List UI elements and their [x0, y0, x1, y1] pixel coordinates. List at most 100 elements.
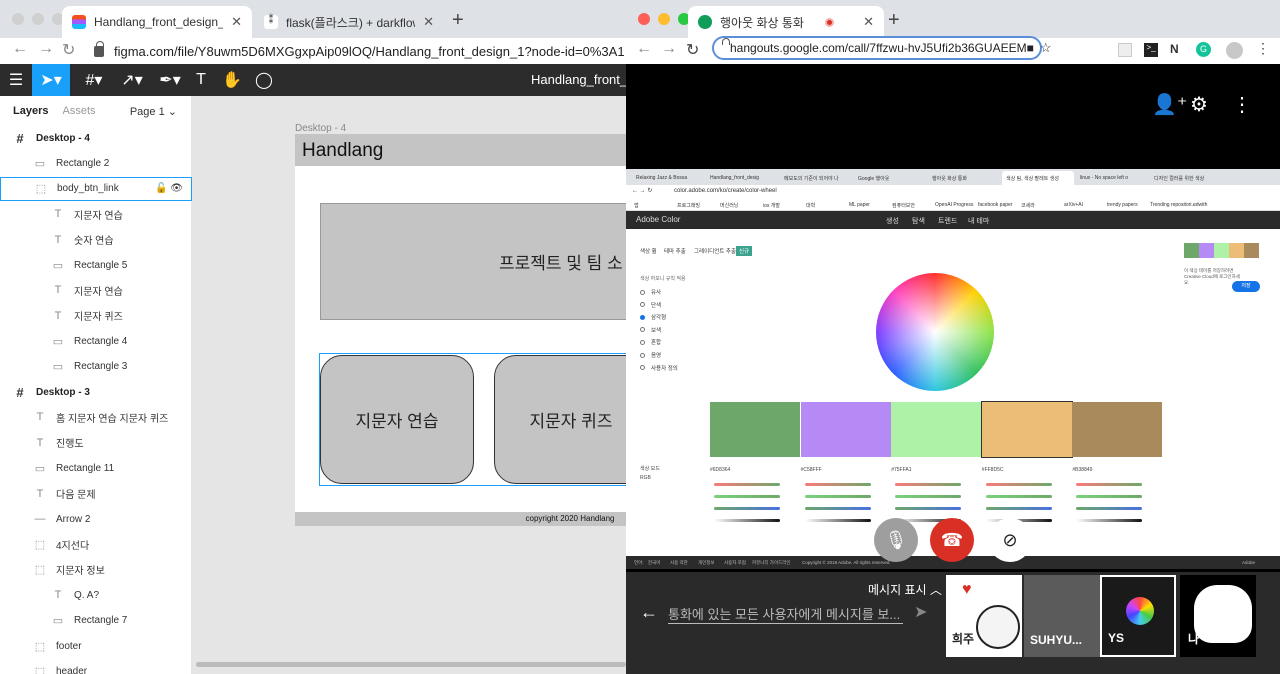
- participant-tile[interactable]: ♥ 희주: [946, 575, 1022, 657]
- url-field[interactable]: figma.com/file/Y8uwm5D6MXGgxpAip09lOQ/Ha…: [94, 38, 625, 64]
- close-window-button[interactable]: [638, 13, 650, 25]
- color-swatch: [891, 402, 982, 457]
- forward-arrow-icon[interactable]: →: [661, 40, 677, 58]
- layer-row[interactable]: T 홈 지문자 연습 지문자 퀴즈: [0, 405, 192, 429]
- url-field[interactable]: hangouts.google.com/call/7ffzwu-hvJ5Ufi2…: [712, 36, 1052, 60]
- line-tool-icon[interactable]: ↗▾: [114, 64, 150, 96]
- layer-row[interactable]: ▭ Rectangle 3: [0, 355, 192, 379]
- tab-flask[interactable]: ⁑ flask(플라스크) + darkflow YOLO로 ✕: [254, 6, 444, 38]
- layer-row[interactable]: T Q. A?: [0, 583, 192, 607]
- layer-row[interactable]: ⬚ footer: [0, 634, 192, 658]
- close-tab-icon[interactable]: ✕: [223, 14, 242, 30]
- layer-row[interactable]: # Desktop - 3: [0, 380, 192, 404]
- microphone-icon[interactable]: 🎙: [874, 518, 918, 562]
- footer-link: 한국어: [648, 560, 661, 565]
- participant-tile-active[interactable]: YS: [1100, 575, 1176, 657]
- back-arrow-icon[interactable]: ←: [636, 40, 652, 58]
- layers-panel: Layers Assets Page 1 ⌄ # Desktop - 4 ▭ Rect…: [0, 96, 192, 674]
- layer-row[interactable]: T 숫자 연습: [0, 228, 192, 252]
- move-tool-icon[interactable]: ➤▾: [32, 64, 70, 96]
- close-tab-icon[interactable]: ✕: [855, 14, 874, 30]
- more-options-icon[interactable]: ⋮: [1232, 92, 1252, 117]
- grammarly-icon[interactable]: G: [1196, 42, 1211, 57]
- layers-tab[interactable]: Layers: [13, 105, 48, 117]
- layer-label: 다음 문제: [56, 490, 96, 502]
- color-swatch: [710, 402, 800, 457]
- pen-tool-icon[interactable]: ✒▾: [152, 64, 188, 96]
- new-tab-button[interactable]: +: [888, 9, 900, 32]
- text-tool-icon[interactable]: T: [190, 64, 212, 96]
- camera-off-icon[interactable]: ⊘: [988, 518, 1032, 562]
- layer-row[interactable]: T 진행도: [0, 431, 192, 455]
- minimize-window-button[interactable]: [32, 13, 44, 25]
- settings-gear-icon[interactable]: ⚙: [1190, 92, 1208, 117]
- layer-row[interactable]: ▭ Rectangle 5: [0, 253, 192, 277]
- participant-tile[interactable]: 나: [1180, 575, 1256, 657]
- layer-label: Desktop - 4: [36, 132, 90, 144]
- profile-avatar-icon[interactable]: [1226, 42, 1243, 59]
- back-arrow-icon[interactable]: ←: [640, 602, 658, 623]
- layer-row[interactable]: ⬚ header: [0, 659, 192, 674]
- layer-row[interactable]: ⬚ 4지선다: [0, 532, 192, 556]
- file-title[interactable]: Handlang_front_de: [531, 72, 626, 87]
- extension-icon[interactable]: [1118, 43, 1132, 57]
- layer-label: Q. A?: [74, 589, 100, 601]
- page-selector[interactable]: Page 1 ⌄: [130, 105, 177, 118]
- layer-row[interactable]: ▭ Rectangle 7: [0, 609, 192, 633]
- hex-label: #B38849: [1072, 467, 1093, 473]
- tab-hangouts[interactable]: 행아웃 화상 통화 ✕: [688, 6, 884, 38]
- layer-row[interactable]: T 지문자 퀴즈: [0, 304, 192, 328]
- rect-icon: ▭: [52, 615, 64, 628]
- layer-row[interactable]: ▭ Rectangle 2: [0, 151, 192, 175]
- color-slider: [714, 495, 780, 498]
- design-canvas[interactable]: Desktop - 4 Handlang 프로젝트 및 팀 소 지문자 연습 지…: [192, 96, 626, 674]
- menu-icon[interactable]: ☰: [0, 64, 32, 96]
- lock-visibility-icon[interactable]: 🔓 👁: [155, 183, 183, 194]
- layer-row[interactable]: ⬚ 지문자 정보: [0, 558, 192, 582]
- reload-icon[interactable]: ↻: [62, 40, 75, 60]
- frame-label[interactable]: Desktop - 4: [295, 123, 346, 134]
- layer-row[interactable]: # Desktop - 4: [0, 126, 192, 150]
- reload-icon[interactable]: ↻: [686, 40, 699, 60]
- add-person-icon[interactable]: 👤⁺: [1152, 92, 1187, 117]
- layer-row[interactable]: T 다음 문제: [0, 482, 192, 506]
- back-arrow-icon[interactable]: ←: [12, 40, 28, 58]
- quiz-card[interactable]: 지문자 퀴즈: [494, 355, 626, 484]
- shared-bookmark: 머신러닝: [720, 203, 739, 209]
- close-tab-icon[interactable]: ✕: [415, 14, 434, 30]
- bookmark-star-icon[interactable]: ☆: [1040, 40, 1052, 56]
- assets-tab[interactable]: Assets: [62, 105, 95, 117]
- send-icon[interactable]: ➤: [914, 602, 927, 622]
- layer-row[interactable]: T 지문자 연습: [0, 202, 192, 226]
- text-icon: T: [54, 309, 62, 322]
- new-tab-button[interactable]: +: [452, 9, 464, 32]
- layer-row[interactable]: ▭ Rectangle 4: [0, 329, 192, 353]
- show-messages-toggle[interactable]: 메시지 표시 ︿: [868, 581, 942, 598]
- layer-row[interactable]: — Arrow 2: [0, 507, 192, 531]
- lock-icon: [94, 40, 104, 57]
- hand-tool-icon[interactable]: ✋: [220, 64, 244, 96]
- camera-permission-icon[interactable]: ■: [1027, 41, 1034, 55]
- layer-row[interactable]: ▭ Rectangle 11: [0, 456, 192, 480]
- layer-row[interactable]: T 지문자 연습: [0, 278, 192, 302]
- tab-figma[interactable]: Handlang_front_design_1 – Figma ✕: [62, 6, 252, 38]
- horizontal-scrollbar[interactable]: [196, 662, 626, 667]
- frame-footer[interactable]: copyright 2020 Handlang: [295, 512, 626, 526]
- comment-tool-icon[interactable]: ◯: [252, 64, 276, 96]
- forward-arrow-icon[interactable]: →: [38, 40, 54, 58]
- practice-card[interactable]: 지문자 연습: [320, 355, 474, 484]
- terminal-extension-icon[interactable]: >_: [1144, 43, 1158, 57]
- chrome-menu-icon[interactable]: ⋮: [1256, 40, 1270, 57]
- layer-row[interactable]: ⬚ body_btn_link 🔓 👁: [0, 176, 192, 201]
- project-banner[interactable]: 프로젝트 및 팀 소: [320, 203, 626, 320]
- minimize-window-button[interactable]: [658, 13, 670, 25]
- notion-extension-icon[interactable]: N: [1170, 42, 1179, 56]
- close-window-button[interactable]: [12, 13, 24, 25]
- participant-tile[interactable]: SUHYU...: [1024, 575, 1100, 657]
- frame-header[interactable]: Handlang: [295, 134, 626, 166]
- frame-tool-icon[interactable]: #▾: [74, 64, 114, 96]
- desktop-frame[interactable]: Handlang 프로젝트 및 팀 소 지문자 연습 지문자 퀴즈 copyri…: [295, 134, 626, 526]
- hang-up-icon[interactable]: ☎: [930, 518, 974, 562]
- rect-icon: ▭: [34, 462, 46, 475]
- message-input[interactable]: 통화에 있는 모든 사용자에게 메시지를 보...: [668, 604, 903, 624]
